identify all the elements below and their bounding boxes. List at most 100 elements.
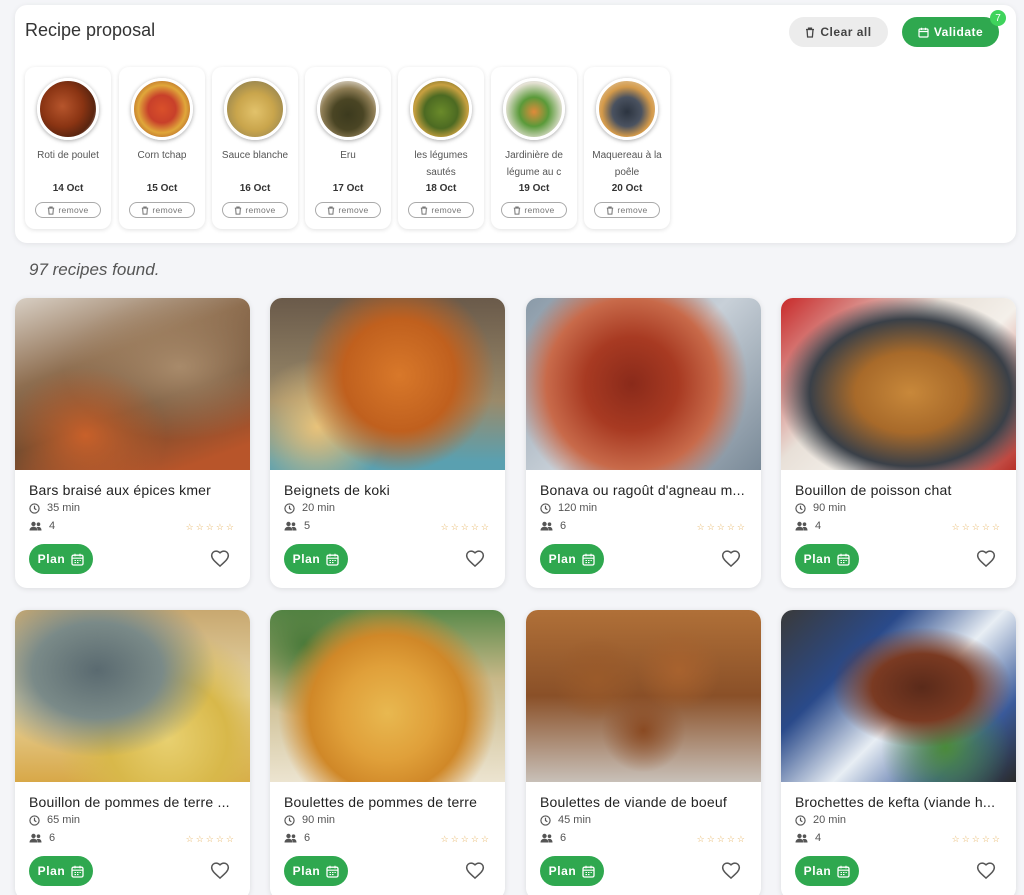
rating-stars[interactable]: ☆☆☆☆☆	[697, 522, 747, 533]
recipe-time-value: 35 min	[47, 502, 81, 514]
recipe-time-value: 120 min	[558, 502, 598, 514]
favorite-heart-icon[interactable]	[210, 549, 230, 569]
remove-button[interactable]: remove	[501, 202, 567, 218]
recipe-time: 35 min	[29, 502, 80, 514]
calendar-icon	[582, 865, 596, 878]
proposal-item-image	[410, 78, 472, 140]
remove-button[interactable]: remove	[222, 202, 288, 218]
proposal-item: Roti de poulet 14 Oct remove	[25, 67, 111, 229]
recipe-time-value: 90 min	[813, 502, 847, 514]
plan-button[interactable]: Plan	[284, 544, 348, 574]
proposal-item-name: Roti de poulet	[37, 150, 99, 161]
remove-button[interactable]: remove	[35, 202, 101, 218]
rating-stars[interactable]: ☆☆☆☆☆	[441, 522, 491, 533]
proposal-item-date: 19 Oct	[518, 183, 550, 194]
remove-button[interactable]: remove	[315, 202, 381, 218]
validate-button[interactable]: Validate	[902, 17, 999, 47]
clear-all-button[interactable]: Clear all	[789, 17, 888, 47]
recipe-card[interactable]: Bouillon de pommes de terre ... 65 min 6…	[15, 610, 250, 895]
recipe-time-value: 90 min	[302, 814, 336, 826]
favorite-heart-icon[interactable]	[465, 549, 485, 569]
recipe-time-value: 65 min	[47, 814, 81, 826]
rating-stars[interactable]: ☆☆☆☆☆	[186, 834, 236, 845]
people-icon	[540, 833, 553, 843]
recipe-card[interactable]: Brochettes de kefta (viande h... 20 min …	[781, 610, 1016, 895]
plan-button[interactable]: Plan	[29, 544, 93, 574]
trash-icon	[421, 206, 428, 215]
favorite-heart-icon[interactable]	[721, 549, 741, 569]
calendar-icon	[918, 27, 929, 38]
plan-button[interactable]: Plan	[795, 544, 859, 574]
people-icon	[284, 521, 297, 531]
people-icon	[540, 521, 553, 531]
plan-button[interactable]: Plan	[540, 544, 604, 574]
proposal-item-image	[37, 78, 99, 140]
calendar-icon	[837, 553, 851, 566]
plan-label: Plan	[292, 864, 321, 878]
proposal-item-date: 18 Oct	[425, 183, 457, 194]
recipe-card[interactable]: Bonava ou ragoût d'agneau m... 120 min 6…	[526, 298, 761, 588]
remove-button[interactable]: remove	[408, 202, 474, 218]
recipe-image	[526, 610, 761, 782]
recipe-title: Boulettes de viande de boeuf	[540, 794, 727, 810]
recipe-servings-value: 4	[49, 520, 56, 532]
recipe-servings: 4	[795, 520, 821, 532]
plan-button[interactable]: Plan	[29, 856, 93, 886]
recipe-servings: 6	[29, 832, 55, 844]
remove-label: remove	[524, 205, 555, 215]
rating-stars[interactable]: ☆☆☆☆☆	[952, 834, 1002, 845]
recipe-card[interactable]: Boulettes de pommes de terre 90 min 6 ☆☆…	[270, 610, 505, 895]
remove-label: remove	[58, 205, 89, 215]
calendar-icon	[71, 553, 85, 566]
people-icon	[29, 833, 42, 843]
proposal-item-name: les légumes sautés	[414, 150, 468, 178]
clock-icon	[29, 814, 40, 826]
validate-label: Validate	[933, 25, 984, 39]
plan-label: Plan	[548, 552, 577, 566]
rating-stars[interactable]: ☆☆☆☆☆	[441, 834, 491, 845]
recipe-time: 20 min	[284, 502, 335, 514]
rating-stars[interactable]: ☆☆☆☆☆	[952, 522, 1002, 533]
plan-button[interactable]: Plan	[284, 856, 348, 886]
calendar-icon	[326, 865, 340, 878]
trash-icon	[514, 206, 521, 215]
rating-stars[interactable]: ☆☆☆☆☆	[697, 834, 747, 845]
recipe-card[interactable]: Bouillon de poisson chat 90 min 4 ☆☆☆☆☆ …	[781, 298, 1016, 588]
favorite-heart-icon[interactable]	[976, 861, 996, 881]
remove-label: remove	[431, 205, 462, 215]
favorite-heart-icon[interactable]	[210, 861, 230, 881]
proposal-item-image	[596, 78, 658, 140]
favorite-heart-icon[interactable]	[976, 549, 996, 569]
recipe-card[interactable]: Bars braisé aux épices kmer 35 min 4 ☆☆☆…	[15, 298, 250, 588]
proposal-item-image	[503, 78, 565, 140]
trash-icon	[328, 206, 335, 215]
remove-button[interactable]: remove	[129, 202, 195, 218]
rating-stars[interactable]: ☆☆☆☆☆	[186, 522, 236, 533]
proposal-item: Jardinière de légume au c 19 Oct remove	[491, 67, 577, 229]
recipe-image	[270, 298, 505, 470]
recipe-card[interactable]: Beignets de koki 20 min 5 ☆☆☆☆☆ Plan	[270, 298, 505, 588]
remove-button[interactable]: remove	[594, 202, 660, 218]
favorite-heart-icon[interactable]	[465, 861, 485, 881]
clock-icon	[540, 814, 551, 826]
favorite-heart-icon[interactable]	[721, 861, 741, 881]
plan-button[interactable]: Plan	[540, 856, 604, 886]
proposal-item-name: Sauce blanche	[221, 150, 289, 161]
plan-button[interactable]: Plan	[795, 856, 859, 886]
people-icon	[29, 521, 42, 531]
proposal-item: Corn tchap 15 Oct remove	[119, 67, 205, 229]
recipe-time: 65 min	[29, 814, 80, 826]
calendar-icon	[326, 553, 340, 566]
recipe-time: 20 min	[795, 814, 846, 826]
plan-label: Plan	[37, 864, 66, 878]
proposal-item-date: 14 Oct	[52, 183, 84, 194]
recipe-servings-value: 4	[815, 832, 822, 844]
clear-all-label: Clear all	[820, 25, 872, 39]
clock-icon	[284, 814, 295, 826]
recipe-card[interactable]: Boulettes de viande de boeuf 45 min 6 ☆☆…	[526, 610, 761, 895]
recipe-image	[15, 610, 250, 782]
trash-icon	[142, 206, 149, 215]
recipe-time-value: 20 min	[302, 502, 336, 514]
trash-icon	[235, 206, 242, 215]
recipe-servings-value: 6	[304, 832, 311, 844]
